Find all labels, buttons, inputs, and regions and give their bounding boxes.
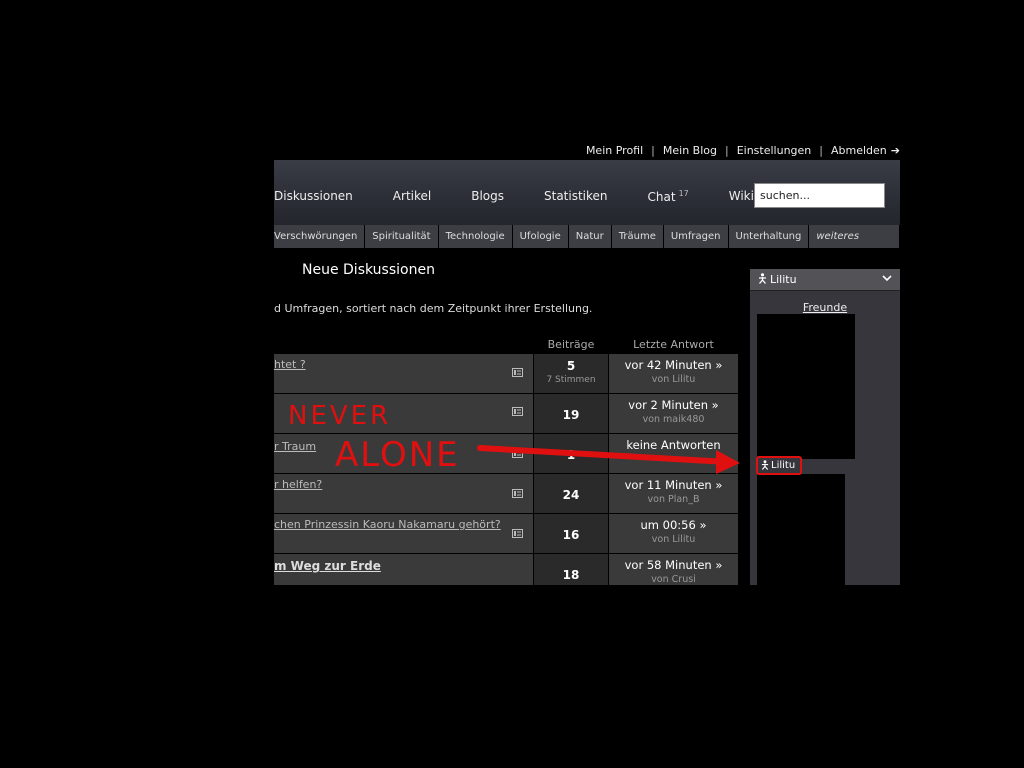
- separator: |: [651, 143, 655, 157]
- last-reply-author[interactable]: von Lilitu: [609, 534, 738, 545]
- last-reply-link[interactable]: vor 11 Minuten »: [609, 478, 738, 492]
- category-tab[interactable]: Verschwörungen: [274, 225, 366, 248]
- category-more-tab[interactable]: weiteres: [809, 225, 900, 248]
- category-tab[interactable]: Natur: [568, 225, 612, 248]
- last-reply-cell: keine Antworten: [609, 434, 738, 473]
- annotation-highlight-box: [756, 456, 802, 475]
- last-reply-cell: vor 42 Minuten » von Lilitu: [609, 354, 738, 393]
- thread-icon: [512, 449, 523, 458]
- posts-cell: 18: [534, 554, 608, 585]
- last-reply-cell: um 00:56 » von Lilitu: [609, 514, 738, 553]
- post-count: 19: [562, 408, 580, 422]
- user-panel-header[interactable]: Lilitu: [750, 269, 900, 291]
- nav-blogs[interactable]: Blogs: [471, 189, 504, 203]
- table-row: htet ? 5 7 Stimmen vor 42 Minuten » von …: [274, 354, 738, 393]
- thread-cell: htet ?: [274, 354, 533, 393]
- category-tab[interactable]: Ufologie: [512, 225, 569, 248]
- last-reply-link[interactable]: um 00:56 »: [609, 518, 738, 532]
- user-panel: Lilitu Freunde Lilitu: [750, 269, 900, 585]
- posts-cell: 1: [534, 434, 608, 473]
- category-tab[interactable]: Spiritualität: [365, 225, 439, 248]
- table-row: m Weg zur Erde 18 vor 58 Minuten » von C…: [274, 554, 738, 585]
- last-reply-link[interactable]: vor 2 Minuten »: [609, 398, 738, 412]
- post-count: 5: [566, 359, 576, 373]
- table-row: r Traum 1 keine Antworten: [274, 434, 738, 473]
- posts-cell: 19: [534, 394, 608, 433]
- posts-cell: 5 7 Stimmen: [534, 354, 608, 393]
- friend-avatar-box: [757, 474, 845, 585]
- nav-discussions[interactable]: Diskussionen: [274, 189, 353, 203]
- thread-cell: [274, 394, 533, 433]
- post-count: 16: [562, 528, 580, 542]
- last-reply-link[interactable]: vor 42 Minuten »: [609, 358, 738, 372]
- last-reply-author[interactable]: von Crusi: [609, 574, 738, 585]
- last-reply-author[interactable]: von Lilitu: [609, 374, 738, 385]
- last-reply-link[interactable]: vor 58 Minuten »: [609, 558, 738, 572]
- thread-title-link[interactable]: chen Prinzessin Kaoru Nakamaru gehört?: [274, 518, 501, 531]
- nav-chat-label: Chat: [647, 189, 676, 204]
- category-tab[interactable]: Unterhaltung: [728, 225, 810, 248]
- separator: |: [819, 143, 823, 157]
- thread-icon: [512, 489, 523, 498]
- thread-icon: [512, 368, 523, 377]
- logout-link[interactable]: Abmelden: [831, 144, 887, 157]
- thread-title-link[interactable]: htet ?: [274, 358, 306, 371]
- search-input[interactable]: [754, 183, 885, 208]
- thread-icon: [512, 407, 523, 416]
- nav-articles[interactable]: Artikel: [393, 189, 431, 203]
- browser-viewport: Mein Profil | Mein Blog | Einstellungen …: [274, 138, 900, 585]
- separator: |: [724, 143, 729, 157]
- last-reply-cell: vor 58 Minuten » von Crusi: [609, 554, 738, 585]
- table-row: r helfen? 24 vor 11 Minuten » von Plan_B: [274, 474, 738, 513]
- last-reply-cell: vor 2 Minuten » von maik480: [609, 394, 738, 433]
- last-reply-author[interactable]: von Plan_B: [609, 494, 738, 505]
- thread-icon: [512, 529, 523, 538]
- nav-wiki[interactable]: Wiki: [729, 189, 754, 203]
- chevron-down-icon[interactable]: [882, 274, 892, 282]
- main-navigation: Diskussionen Artikel Blogs Statistiken C…: [274, 160, 794, 232]
- post-count: 24: [562, 488, 580, 502]
- thread-title-link[interactable]: m Weg zur Erde: [274, 559, 381, 573]
- post-count: 18: [562, 568, 580, 582]
- column-header-posts: Beiträge: [547, 338, 595, 351]
- my-blog-link[interactable]: Mein Blog: [663, 144, 717, 157]
- user-links: Mein Profil | Mein Blog | Einstellungen …: [586, 138, 900, 162]
- friend-avatar-box: [757, 314, 855, 459]
- logout-arrow-icon: ➔: [890, 143, 900, 157]
- page-title: Neue Diskussionen: [302, 262, 435, 278]
- last-reply-author[interactable]: von maik480: [609, 414, 738, 425]
- thread-cell: r helfen?: [274, 474, 533, 513]
- category-bar: Verschwörungen Spiritualität Technologie…: [274, 225, 900, 249]
- chat-count-badge: 17: [678, 188, 689, 198]
- nav-statistics[interactable]: Statistiken: [544, 189, 608, 203]
- post-count: 1: [566, 448, 576, 462]
- person-icon: [759, 273, 766, 284]
- my-profile-link[interactable]: Mein Profil: [586, 144, 643, 157]
- friends-link[interactable]: Freunde: [750, 301, 900, 314]
- category-tab[interactable]: Technologie: [438, 225, 513, 248]
- thread-title-link[interactable]: r helfen?: [274, 478, 322, 491]
- thread-title-link[interactable]: r Traum: [274, 440, 316, 453]
- category-tab[interactable]: Umfragen: [663, 225, 729, 248]
- thread-cell: chen Prinzessin Kaoru Nakamaru gehört?: [274, 514, 533, 553]
- posts-cell: 16: [534, 514, 608, 553]
- thread-cell: m Weg zur Erde: [274, 554, 533, 585]
- posts-cell: 24: [534, 474, 608, 513]
- last-reply-text: keine Antworten: [626, 438, 721, 452]
- table-row: chen Prinzessin Kaoru Nakamaru gehört? 1…: [274, 514, 738, 553]
- category-tab[interactable]: Träume: [611, 225, 664, 248]
- page-description: d Umfragen, sortiert nach dem Zeitpunkt …: [274, 302, 593, 315]
- last-reply-cell: vor 11 Minuten » von Plan_B: [609, 474, 738, 513]
- settings-link[interactable]: Einstellungen: [737, 144, 812, 157]
- panel-username: Lilitu: [770, 273, 797, 286]
- table-row: 19 vor 2 Minuten » von maik480: [274, 394, 738, 433]
- site-header: Diskussionen Artikel Blogs Statistiken C…: [274, 160, 900, 225]
- column-header-last-reply: Letzte Antwort: [633, 338, 714, 351]
- vote-count: 7 Stimmen: [546, 375, 596, 385]
- thread-cell: r Traum: [274, 434, 533, 473]
- nav-chat[interactable]: Chat 17: [648, 189, 689, 204]
